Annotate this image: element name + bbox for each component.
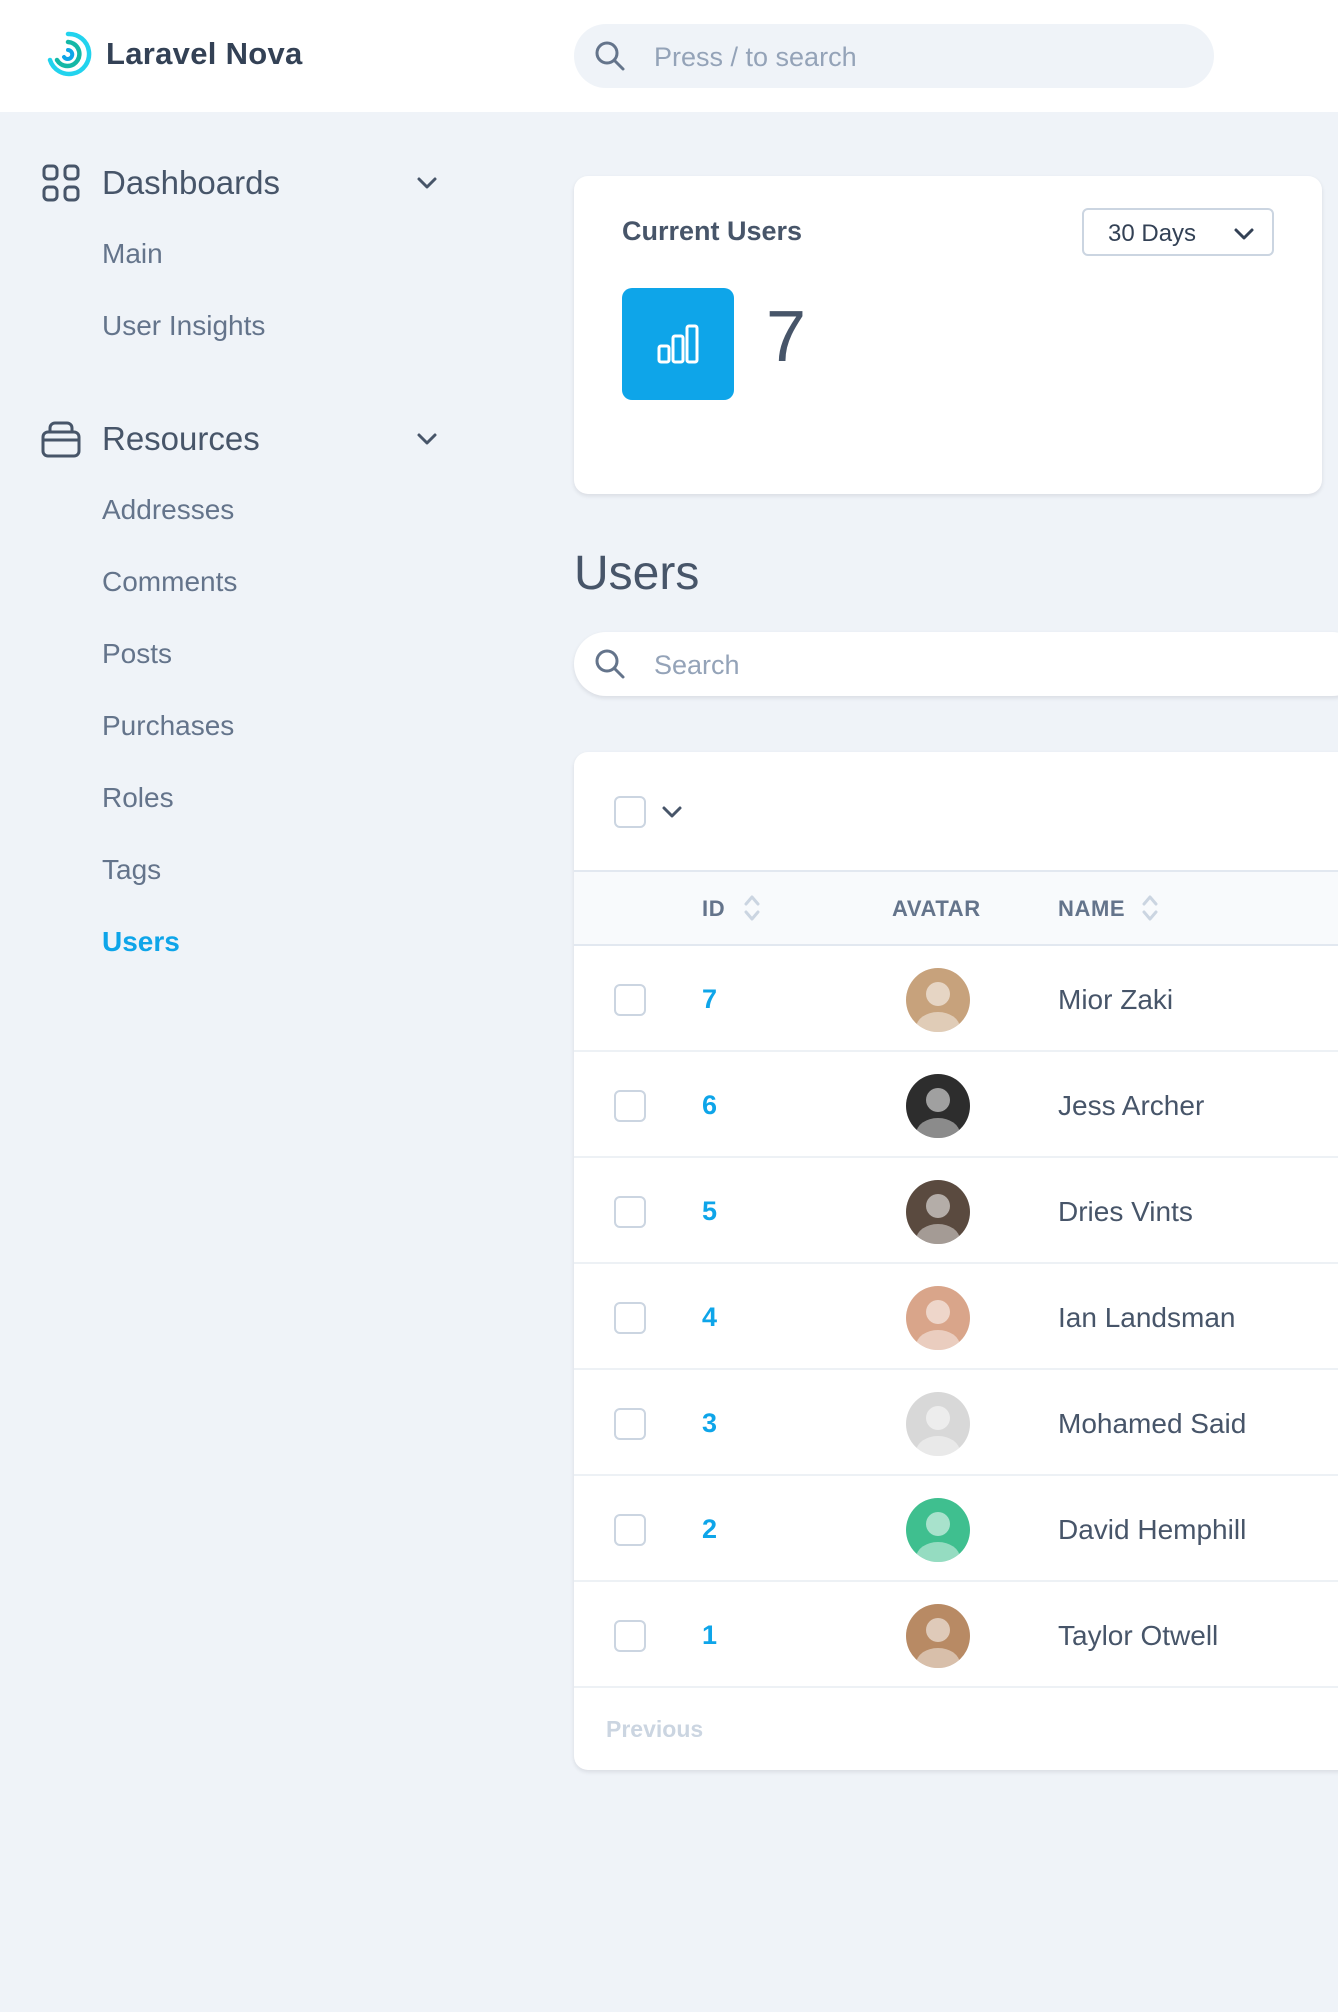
cell-name: David Hemphill [1058, 1514, 1247, 1545]
cell-id-link[interactable]: 4 [702, 1302, 717, 1333]
sort-icon[interactable] [742, 892, 762, 924]
avatar-image-icon [906, 1498, 970, 1562]
avatar-image-icon [906, 1180, 970, 1244]
bar-chart-icon [657, 324, 699, 364]
avatar [906, 1604, 970, 1668]
brand[interactable]: Laravel Nova [44, 30, 303, 78]
metric-card-current-users: Current Users 30 Days 7 [574, 176, 1322, 494]
previous-page-button[interactable]: Previous [606, 1716, 703, 1743]
sidebar-item-roles[interactable]: Roles [102, 782, 174, 814]
row-checkbox[interactable] [614, 1196, 646, 1228]
avatar [906, 1074, 970, 1138]
table-toolbar [574, 752, 1338, 872]
cell-name: Mior Zaki [1058, 984, 1174, 1015]
sidebar-group-dashboards[interactable]: Dashboards [40, 162, 440, 204]
cell-id-link[interactable]: 6 [702, 1090, 717, 1121]
sort-icon[interactable] [1140, 892, 1160, 924]
column-header-name[interactable]: NAME [1058, 896, 1125, 922]
sidebar-group-resources[interactable]: Resources [40, 418, 440, 460]
cell-name: Dries Vints [1058, 1196, 1193, 1227]
cell-name: Taylor Otwell [1058, 1620, 1219, 1651]
avatar-image-icon [906, 1604, 970, 1668]
sidebar-group-label: Resources [102, 420, 260, 457]
sidebar-item-users[interactable]: Users [102, 926, 180, 958]
cell-id-link[interactable]: 3 [702, 1408, 717, 1439]
global-search-placeholder: Press / to search [654, 42, 857, 72]
column-header-avatar: AVATAR [892, 896, 981, 921]
row-checkbox[interactable] [614, 984, 646, 1016]
avatar [906, 1180, 970, 1244]
nova-logo-icon [47, 31, 92, 77]
avatar [906, 1392, 970, 1456]
pagination: Previous [574, 1686, 1338, 1770]
avatar [906, 1286, 970, 1350]
cell-name: Jess Archer [1058, 1090, 1205, 1121]
table-row[interactable]: 4 Ian Landsman [574, 1264, 1338, 1370]
row-checkbox[interactable] [614, 1514, 646, 1546]
avatar-image-icon [906, 1392, 970, 1456]
select-all-checkbox[interactable] [614, 796, 646, 828]
table-row[interactable]: 5 Dries Vints [574, 1158, 1338, 1264]
row-checkbox[interactable] [614, 1408, 646, 1440]
sidebar-item-comments[interactable]: Comments [102, 566, 237, 598]
top-bar: Laravel Nova Press / to search [0, 0, 1338, 112]
resource-search-placeholder: Search [654, 650, 740, 680]
sidebar-item-user-insights[interactable]: User Insights [102, 310, 265, 342]
avatar-image-icon [906, 1286, 970, 1350]
global-search-input[interactable]: Press / to search [574, 24, 1214, 88]
chevron-down-icon[interactable] [660, 800, 684, 824]
app-title: Laravel Nova [106, 36, 303, 71]
row-checkbox[interactable] [614, 1620, 646, 1652]
page-title: Users [574, 547, 700, 600]
cell-id-link[interactable]: 5 [702, 1196, 717, 1227]
search-icon [595, 649, 625, 679]
column-header-id[interactable]: ID [702, 896, 725, 922]
sidebar-item-tags[interactable]: Tags [102, 854, 161, 886]
table-row[interactable]: 7 Mior Zaki [574, 946, 1338, 1052]
table-row[interactable]: 6 Jess Archer [574, 1052, 1338, 1158]
chevron-down-icon [1234, 228, 1254, 240]
sidebar-group-label: Dashboards [102, 164, 280, 201]
sidebar-item-addresses[interactable]: Addresses [102, 494, 234, 526]
table-row[interactable]: 1 Taylor Otwell [574, 1582, 1338, 1688]
chevron-down-icon [417, 433, 437, 445]
range-select-value: 30 Days [1108, 220, 1197, 247]
metric-icon-box [622, 288, 734, 400]
table-row[interactable]: 3 Mohamed Said [574, 1370, 1338, 1476]
metric-title: Current Users [622, 216, 803, 246]
cell-name: Ian Landsman [1058, 1302, 1236, 1333]
cell-name: Mohamed Said [1058, 1408, 1247, 1439]
avatar [906, 1498, 970, 1562]
avatar-image-icon [906, 1074, 970, 1138]
grid-icon [42, 164, 80, 202]
range-select[interactable]: 30 Days [1082, 208, 1274, 256]
sidebar-item-purchases[interactable]: Purchases [102, 710, 234, 742]
sidebar-item-posts[interactable]: Posts [102, 638, 172, 670]
chevron-down-icon [417, 177, 437, 189]
archive-icon [41, 421, 81, 458]
cell-id-link[interactable]: 7 [702, 984, 717, 1015]
table-header: ID AVATAR NAME [574, 872, 1338, 946]
row-checkbox[interactable] [614, 1090, 646, 1122]
sidebar-item-main[interactable]: Main [102, 238, 163, 270]
avatar-image-icon [906, 968, 970, 1032]
metric-value: 7 [766, 297, 807, 377]
cell-id-link[interactable]: 1 [702, 1620, 717, 1651]
resource-search-input[interactable]: Search [574, 632, 1338, 696]
search-icon [595, 41, 625, 71]
resource-table: ID AVATAR NAME 7 Mior Zaki 6 Jess Archer 5 Dr… [574, 752, 1338, 1770]
cell-id-link[interactable]: 2 [702, 1514, 717, 1545]
row-checkbox[interactable] [614, 1302, 646, 1334]
table-row[interactable]: 2 David Hemphill [574, 1476, 1338, 1582]
avatar [906, 968, 970, 1032]
